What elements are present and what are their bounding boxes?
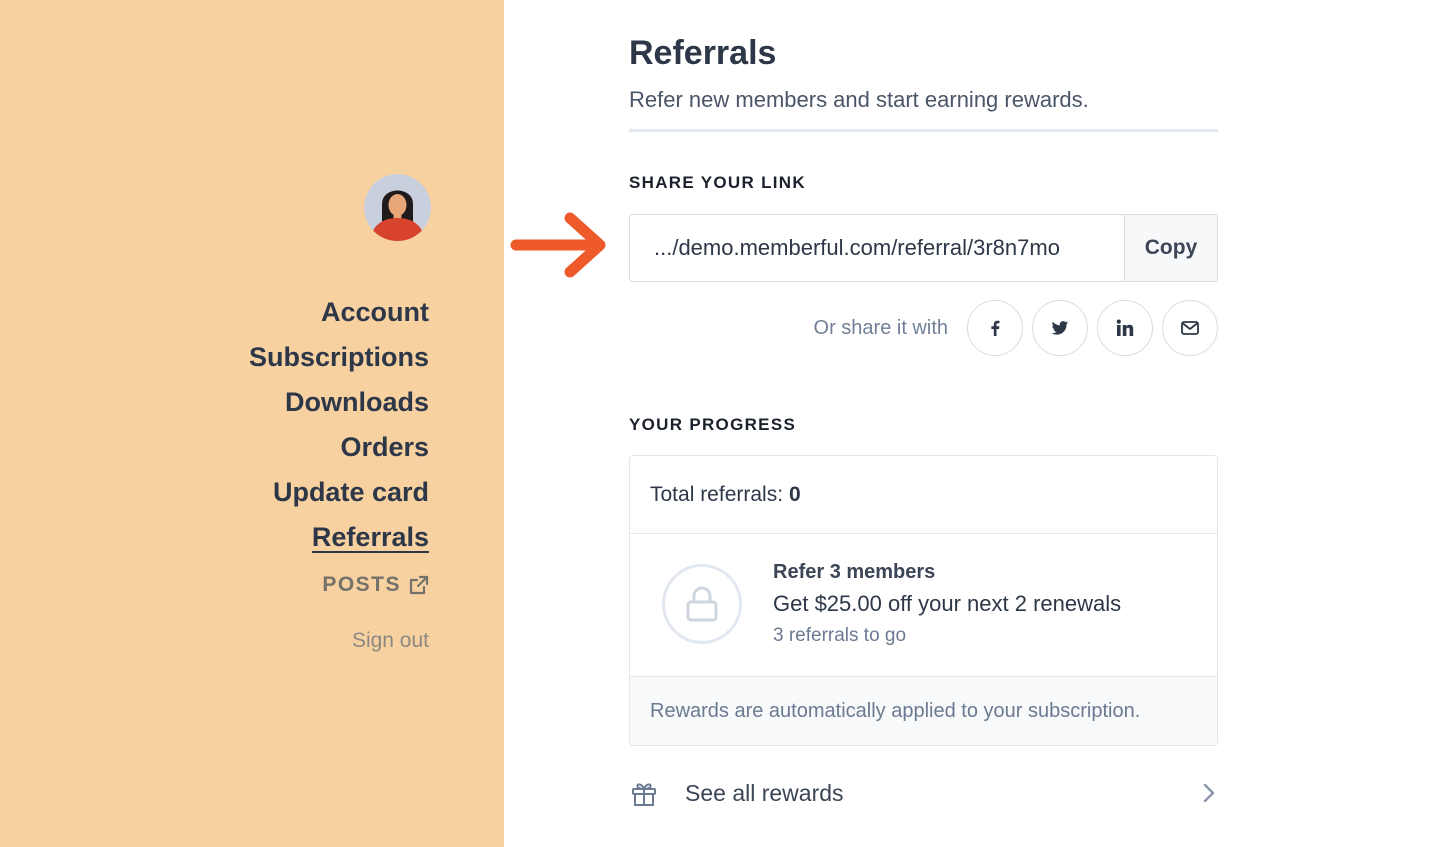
- facebook-icon: [991, 320, 1000, 336]
- referral-link-field: .../demo.memberful.com/referral/3r8n7mo …: [629, 214, 1218, 282]
- reward-title: Refer 3 members: [773, 561, 936, 583]
- progress-card: Total referrals: 0 Refer 3 members Get $…: [629, 455, 1218, 746]
- share-link-heading: SHARE YOUR LINK: [629, 173, 806, 192]
- nav-item-downloads[interactable]: Downloads: [249, 380, 429, 425]
- nav-item-orders[interactable]: Orders: [249, 425, 429, 470]
- total-referrals-row: Total referrals: 0: [630, 456, 1217, 534]
- page-title: Referrals: [629, 34, 777, 72]
- gift-icon: [632, 783, 656, 806]
- facebook-share-button[interactable]: [967, 300, 1023, 356]
- nav-item-posts[interactable]: POSTS: [249, 570, 429, 600]
- linkedin-icon: [1116, 319, 1134, 336]
- progress-heading: YOUR PROGRESS: [629, 415, 797, 434]
- rewards-note: Rewards are automatically applied to you…: [630, 677, 1217, 745]
- reward-tier: Refer 3 members Get $25.00 off your next…: [630, 534, 1217, 677]
- reward-description: Get $25.00 off your next 2 renewals: [773, 591, 1122, 616]
- nav-item-account[interactable]: Account: [249, 290, 429, 335]
- account-nav: Account Subscriptions Downloads Orders U…: [249, 290, 429, 656]
- email-icon: [1181, 321, 1199, 335]
- page-subtitle: Refer new members and start earning rewa…: [629, 87, 1089, 112]
- share-with-label: Or share it with: [813, 316, 948, 339]
- nav-item-subscriptions[interactable]: Subscriptions: [249, 335, 429, 380]
- posts-label: POSTS: [322, 573, 401, 596]
- header-divider: [629, 129, 1218, 132]
- reward-progress: 3 referrals to go: [773, 625, 907, 646]
- linkedin-share-button[interactable]: [1097, 300, 1153, 356]
- arrow-right-icon: [510, 212, 606, 278]
- total-referrals-label: Total referrals:: [650, 482, 784, 506]
- lock-icon: [686, 586, 718, 622]
- nav-item-update-card[interactable]: Update card: [249, 470, 429, 515]
- nav-item-referrals[interactable]: Referrals: [249, 515, 429, 560]
- see-all-rewards-label: See all rewards: [685, 779, 844, 806]
- twitter-share-button[interactable]: [1032, 300, 1088, 356]
- total-referrals-value: 0: [789, 482, 801, 506]
- avatar-image: [364, 174, 431, 241]
- see-all-rewards-link[interactable]: See all rewards: [629, 770, 1218, 816]
- external-link-icon: [409, 575, 429, 595]
- email-share-button[interactable]: [1162, 300, 1218, 356]
- sign-out-link[interactable]: Sign out: [249, 626, 429, 656]
- avatar[interactable]: [364, 174, 431, 241]
- copy-button[interactable]: Copy: [1124, 215, 1217, 281]
- social-share-row: Or share it with: [814, 300, 1218, 356]
- twitter-icon: [1051, 321, 1069, 335]
- referral-link-input[interactable]: .../demo.memberful.com/referral/3r8n7mo: [630, 215, 1124, 281]
- sidebar: Account Subscriptions Downloads Orders U…: [0, 0, 504, 847]
- reward-lock-badge: [662, 564, 742, 644]
- chevron-right-icon: [1203, 783, 1215, 803]
